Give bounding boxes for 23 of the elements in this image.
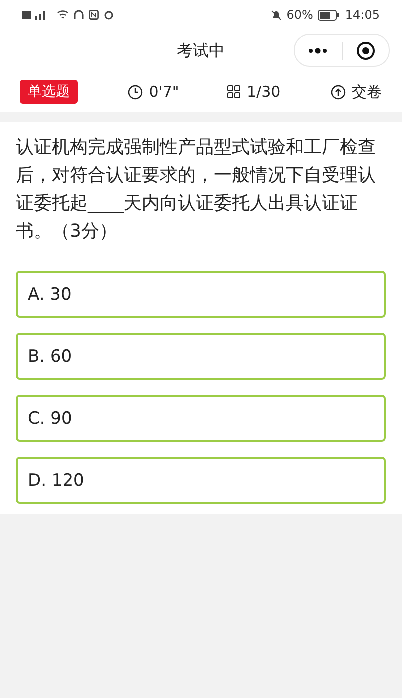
timer-text: 0'7" bbox=[149, 83, 180, 101]
upload-icon[interactable] bbox=[330, 84, 346, 100]
answer-option[interactable]: B. 60 bbox=[16, 333, 386, 380]
progress-text: 1/30 bbox=[246, 83, 281, 101]
clock-icon bbox=[128, 84, 144, 100]
battery-percent: 60% bbox=[286, 8, 314, 22]
wifi-icon bbox=[57, 10, 69, 20]
answer-option[interactable]: C. 90 bbox=[16, 395, 386, 442]
close-icon[interactable] bbox=[356, 40, 376, 60]
mute-icon bbox=[270, 10, 282, 20]
submit-link[interactable]: 交卷 bbox=[352, 82, 382, 102]
page-title: 考试中 bbox=[177, 40, 225, 62]
nfc-icon bbox=[89, 10, 99, 20]
answer-option[interactable]: A. 30 bbox=[16, 271, 386, 318]
question-type-badge: 单选题 bbox=[20, 80, 78, 104]
alarm-icon bbox=[104, 10, 114, 20]
headphones-icon bbox=[74, 10, 84, 20]
answer-option[interactable]: D. 120 bbox=[16, 457, 386, 504]
grid-icon[interactable] bbox=[226, 85, 241, 99]
clock-time: 14:05 bbox=[345, 8, 380, 22]
question-text: 认证机构完成强制性产品型式试验和工厂检查后，对符合认证要求的，一般情况下自受理认证委托起____天内向认证委托人出具认证证书。（3分） bbox=[16, 136, 377, 244]
battery-icon bbox=[318, 10, 340, 20]
more-icon[interactable] bbox=[308, 48, 328, 54]
